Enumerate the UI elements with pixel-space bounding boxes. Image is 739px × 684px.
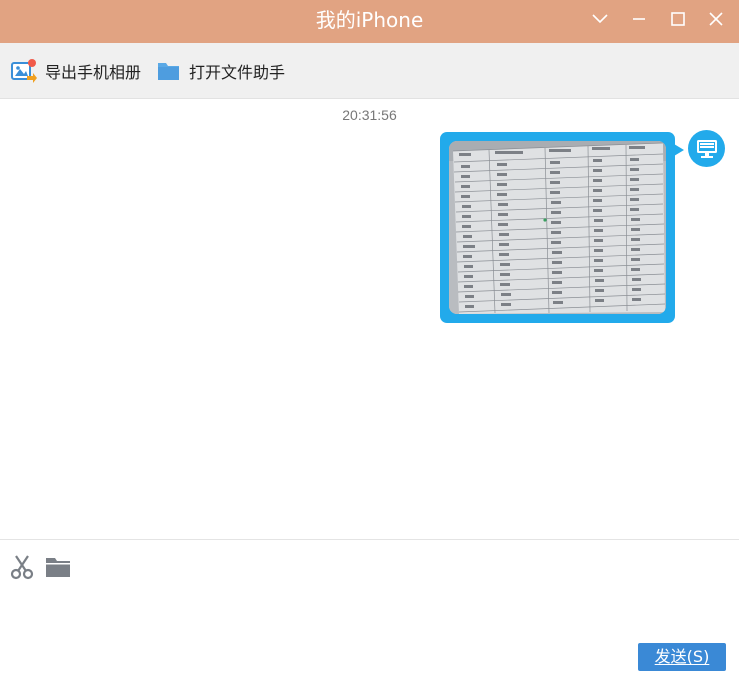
- send-file-button[interactable]: [45, 554, 71, 580]
- message-input-area[interactable]: 发送(S): [0, 539, 739, 684]
- send-button-label: 发送(S): [654, 647, 710, 666]
- open-file-assistant-label: 打开文件助手: [189, 63, 286, 82]
- export-album-button[interactable]: 导出手机相册: [11, 57, 141, 85]
- maximize-icon: [671, 12, 685, 26]
- folder-icon: [46, 558, 70, 577]
- export-album-label: 导出手机相册: [45, 63, 142, 82]
- close-button[interactable]: [701, 6, 731, 32]
- message-timestamp: 20:31:56: [342, 107, 397, 123]
- toolbar: 导出手机相册 打开文件助手: [0, 43, 739, 99]
- dropdown-chevron-button[interactable]: [585, 6, 615, 32]
- send-button[interactable]: 发送(S): [638, 643, 726, 671]
- message-bubble[interactable]: [440, 132, 684, 323]
- folder-icon: [158, 63, 179, 80]
- maximize-button[interactable]: [663, 6, 693, 32]
- export-photo-icon: [11, 59, 37, 83]
- minimize-icon: [633, 18, 645, 20]
- scissors-icon: [10, 555, 34, 580]
- photo-thumbnail[interactable]: [449, 141, 666, 314]
- computer-monitor-icon: [696, 139, 717, 158]
- minimize-button[interactable]: [624, 6, 654, 32]
- screenshot-button[interactable]: [9, 554, 35, 580]
- close-icon: [709, 12, 723, 26]
- open-file-assistant-button[interactable]: 打开文件助手: [157, 57, 285, 85]
- document-photo-image: [449, 141, 666, 314]
- chat-area: 20:31:56: [0, 100, 739, 539]
- chevron-down-icon: [592, 14, 608, 24]
- title-bar: 我的iPhone: [0, 0, 739, 43]
- sender-avatar[interactable]: [688, 130, 725, 167]
